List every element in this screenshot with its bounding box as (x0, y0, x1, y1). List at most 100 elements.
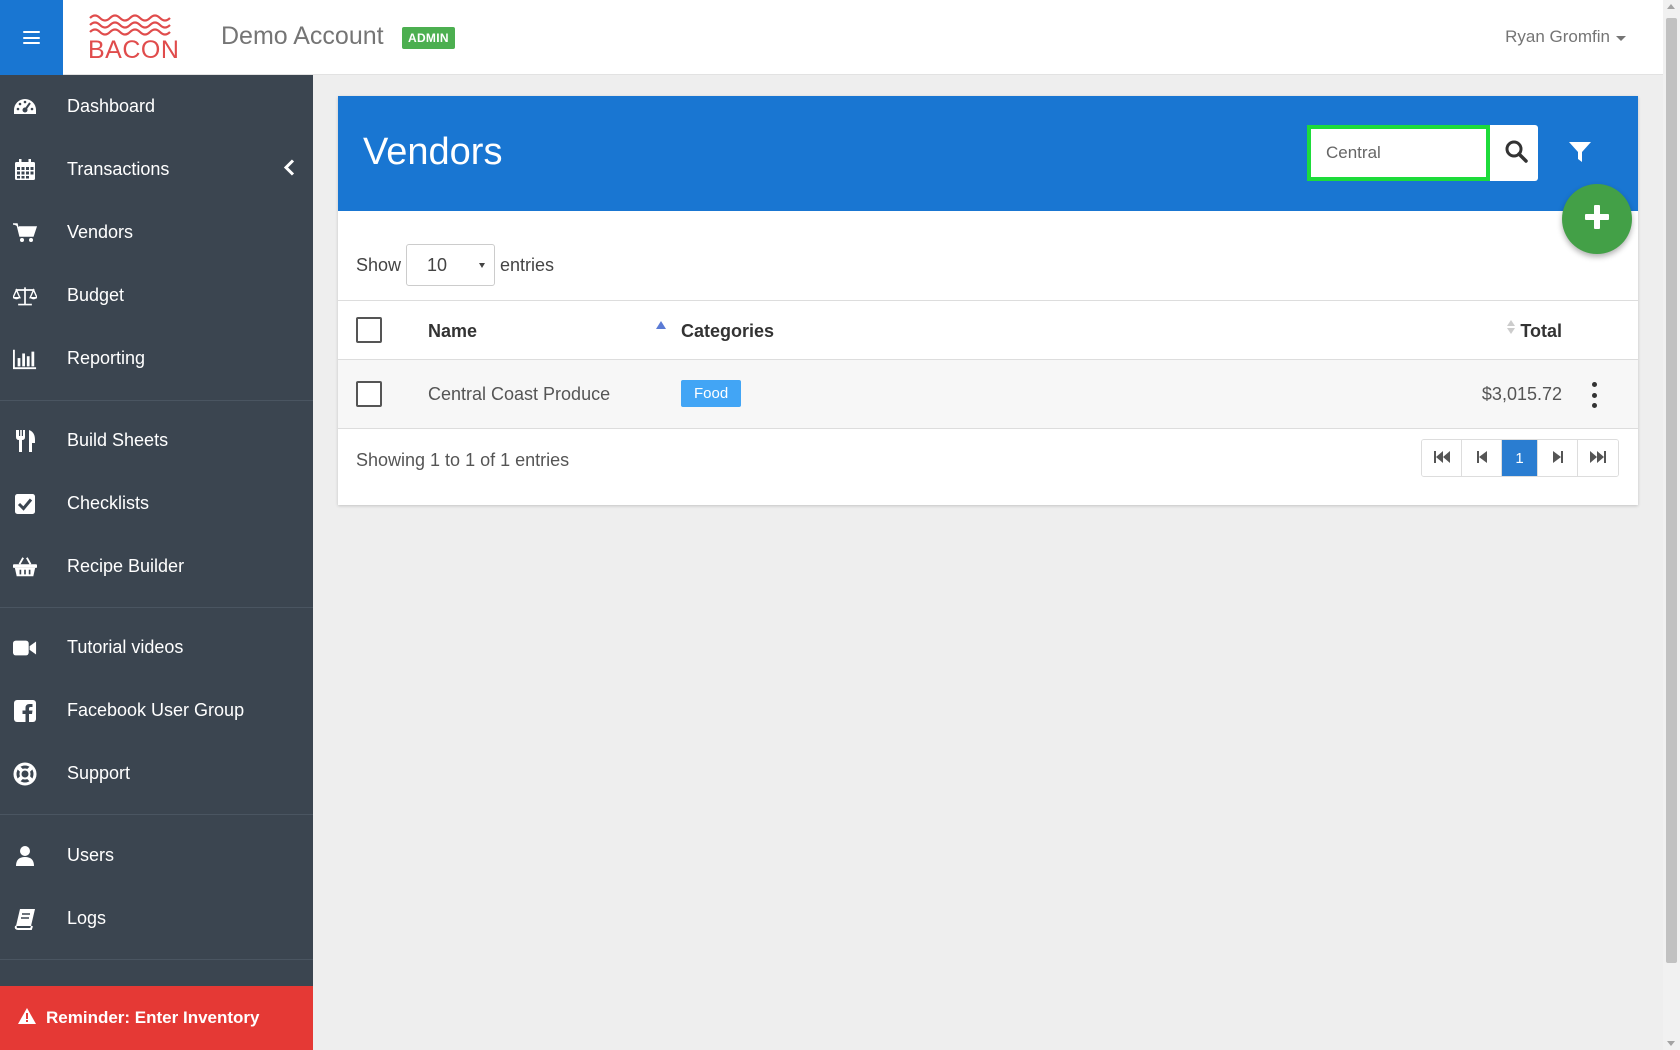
sidebar-item-recipe-builder[interactable]: Recipe Builder (0, 535, 313, 598)
sidebar-item-build-sheets[interactable]: Build Sheets (0, 409, 313, 472)
user-icon (13, 844, 37, 868)
sidebar-item-label: Recipe Builder (67, 556, 185, 576)
entries-label: entries (500, 254, 555, 275)
vendor-name[interactable]: Central Coast Produce (428, 384, 610, 405)
category-tag: Food (681, 380, 742, 407)
first-page-button[interactable] (1422, 440, 1462, 476)
next-page-button[interactable] (1538, 440, 1578, 476)
life-ring-icon (13, 762, 37, 786)
sidebar-item-budget[interactable]: Budget (0, 264, 313, 327)
chevron-left-icon (283, 158, 295, 181)
filter-icon (1569, 141, 1591, 168)
vendors-table: Name Categories Total Central Coast Prod… (338, 300, 1638, 429)
sidebar-item-vendors[interactable]: Vendors (0, 201, 313, 264)
previous-page-button[interactable] (1462, 440, 1502, 476)
first-page-icon (1433, 450, 1450, 467)
search-input[interactable] (1307, 125, 1490, 181)
video-camera-icon (13, 636, 37, 660)
sidebar-item-transactions[interactable]: Transactions (0, 138, 313, 201)
sidebar-item-dashboard[interactable]: Dashboard (0, 75, 313, 138)
menu-toggle-button[interactable] (0, 0, 63, 75)
table-info: Showing 1 to 1 of 1 entries (356, 450, 570, 470)
kebab-dot-icon (1591, 392, 1597, 398)
previous-page-icon (1476, 450, 1487, 467)
sidebar-item-label: Reporting (67, 348, 146, 368)
page-length-value: 10 (427, 254, 448, 275)
logo-text: BACON (88, 36, 180, 64)
sidebar-item-reporting[interactable]: Reporting (0, 327, 313, 390)
last-page-icon (1590, 450, 1606, 467)
sidebar-item-label: Transactions (67, 159, 170, 179)
table-row[interactable]: Central Coast Produce Food $3,015.72 (338, 360, 1638, 429)
sidebar-item-label: Checklists (67, 493, 150, 513)
page-title: Vendors (363, 131, 503, 173)
admin-badge: ADMIN (402, 27, 455, 49)
page-length-select[interactable]: 10 (406, 244, 496, 286)
dashboard-icon (13, 95, 37, 119)
sidebar-item-label: Build Sheets (67, 430, 169, 450)
column-header-name[interactable]: Name (428, 321, 477, 342)
sidebar-item-tutorial-videos[interactable]: Tutorial videos (0, 616, 313, 679)
last-page-button[interactable] (1578, 440, 1618, 476)
sidebar-item-label: Vendors (67, 222, 134, 242)
bacon-logo[interactable]: BACON (88, 12, 180, 64)
search-box (1307, 125, 1538, 181)
nav-group-main: Dashboard Transactions Vendors Budget Re… (0, 75, 313, 401)
column-header-categories: Categories (681, 321, 775, 341)
nav-group-tools: Build Sheets Checklists Recipe Builder (0, 401, 313, 608)
row-actions-menu[interactable] (1586, 382, 1602, 408)
kebab-dot-icon (1591, 403, 1597, 408)
scale-icon (13, 284, 37, 308)
page-button-current[interactable]: 1 (1502, 440, 1538, 476)
page-scrollbar[interactable] (1663, 0, 1680, 1050)
select-all-checkbox[interactable] (356, 317, 382, 343)
filter-button[interactable] (1566, 140, 1594, 168)
inventory-reminder-banner[interactable]: Reminder: Enter Inventory (0, 986, 313, 1050)
sidebar-item-label: Budget (67, 285, 125, 305)
account-name: Demo Account (221, 22, 384, 50)
sidebar-item-label: Dashboard (67, 96, 156, 116)
vendor-total: $3,015.72 (1481, 384, 1562, 404)
page-length-control: Show 10 entries (356, 244, 554, 286)
scroll-down-icon[interactable] (1667, 1041, 1675, 1046)
cart-icon (13, 221, 37, 245)
vendors-card: Vendors Show 10 entries (338, 96, 1638, 505)
search-button[interactable] (1493, 125, 1538, 181)
nav-group-admin: Users Logs (0, 815, 313, 960)
bar-chart-icon (13, 347, 37, 371)
card-header: Vendors (338, 96, 1638, 211)
sidebar-item-label: Logs (67, 908, 107, 928)
book-icon (13, 907, 37, 931)
table-header: Name Categories Total (338, 300, 1638, 360)
sidebar-item-label: Facebook User Group (67, 700, 245, 720)
calendar-icon (13, 158, 37, 182)
scrollbar-thumb[interactable] (1666, 18, 1677, 963)
hamburger-icon (23, 31, 40, 44)
sidebar-item-logs[interactable]: Logs (0, 887, 313, 950)
add-vendor-button[interactable] (1562, 184, 1632, 254)
plus-icon (1584, 204, 1610, 235)
check-square-icon (13, 492, 37, 516)
pagination: 1 (1421, 439, 1619, 477)
facebook-icon (13, 699, 37, 723)
sidebar-item-users[interactable]: Users (0, 824, 313, 887)
utensils-icon (13, 429, 37, 453)
sidebar-item-label: Users (67, 845, 115, 865)
sidebar-item-facebook-user-group[interactable]: Facebook User Group (0, 679, 313, 742)
sidebar-item-label: Tutorial videos (67, 637, 184, 657)
search-icon (1504, 139, 1528, 168)
basket-icon (13, 555, 37, 579)
top-bar: BACON Demo Account ADMIN Ryan Gromfin (0, 0, 1663, 75)
sidebar: Dashboard Transactions Vendors Budget Re… (0, 75, 313, 1050)
sort-ascending-icon (656, 321, 666, 329)
user-menu[interactable]: Ryan Gromfin (1505, 27, 1626, 47)
show-label: Show (356, 254, 402, 275)
sidebar-item-checklists[interactable]: Checklists (0, 472, 313, 535)
sidebar-item-support[interactable]: Support (0, 742, 313, 805)
kebab-dot-icon (1591, 382, 1597, 387)
caret-down-icon (1616, 35, 1626, 41)
scroll-up-icon[interactable] (1667, 4, 1675, 9)
row-checkbox[interactable] (356, 381, 382, 407)
dropdown-arrow-icon (479, 262, 486, 268)
sortable-icon (1507, 320, 1515, 336)
